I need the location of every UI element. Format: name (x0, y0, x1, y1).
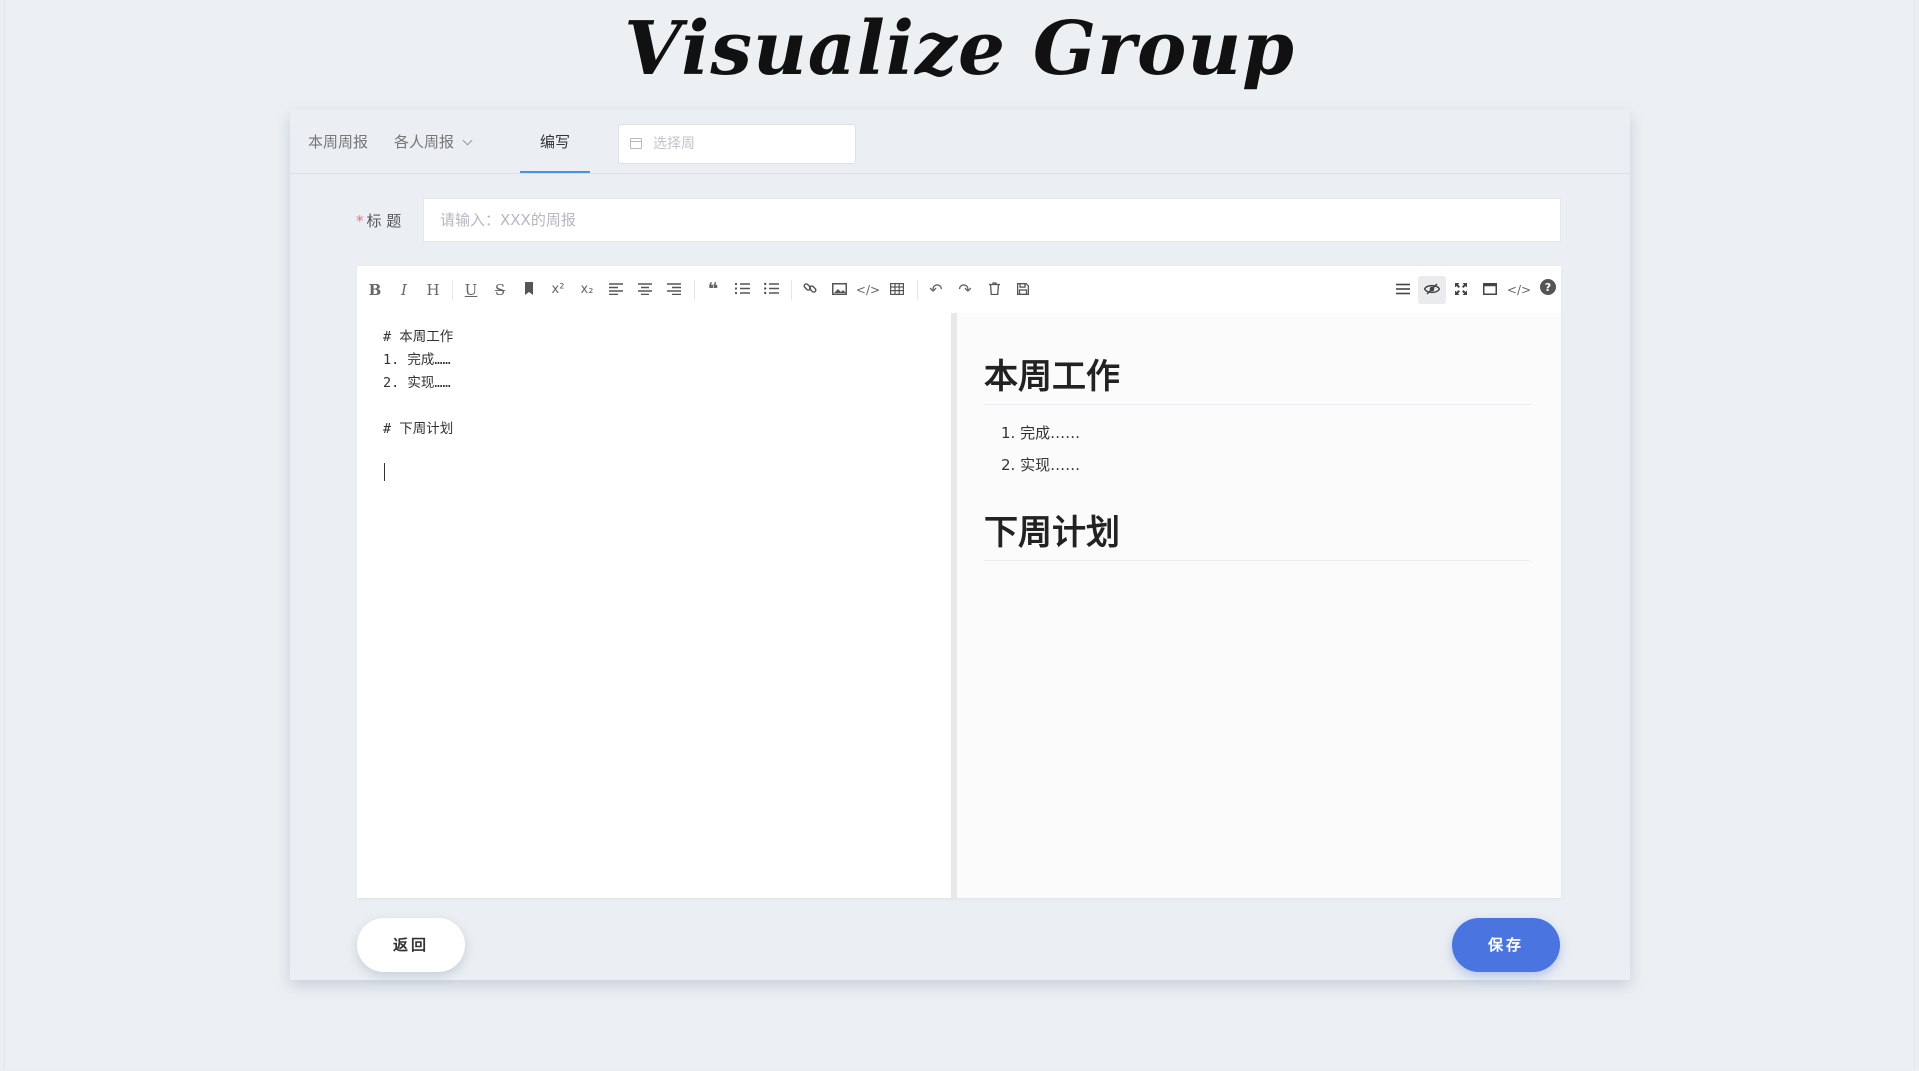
menu-icon[interactable] (1389, 276, 1417, 304)
chevron-down-icon (462, 135, 473, 146)
align-center-icon[interactable] (631, 276, 659, 304)
superscript-icon[interactable]: x² (544, 276, 572, 304)
bold-icon[interactable]: B (361, 276, 389, 304)
align-right-icon[interactable] (660, 276, 688, 304)
preview-list-item-text: 完成…… (1020, 424, 1081, 442)
preview-heading-this-week: 本周工作 (984, 349, 1530, 405)
source-line: 2. 实现…… (383, 375, 451, 391)
tab-personal-reports-label: 各人周报 (394, 133, 455, 151)
ordered-list-icon[interactable] (728, 276, 756, 304)
preview-list-item: 2. 实现…… (1001, 456, 1081, 474)
top-nav: 本周周报 各人周报 编写 选择周 (290, 110, 1630, 174)
week-picker[interactable]: 选择周 (618, 124, 856, 164)
weekly-report-card: 本周周报 各人周报 编写 选择周 * 标 题 请输入：XXX的周报 B I H U… (290, 110, 1630, 980)
preview-heading-next-week: 下周计划 (984, 505, 1530, 561)
preview-list-item: 1. 完成…… (1001, 424, 1081, 442)
subscript-icon[interactable]: x₂ (573, 276, 601, 304)
back-button[interactable]: 返回 (357, 918, 465, 972)
week-picker-placeholder: 选择周 (653, 136, 695, 152)
source-line: # 本周工作 (383, 329, 454, 345)
window-icon[interactable] (1476, 276, 1504, 304)
link-icon[interactable] (796, 276, 824, 304)
align-left-icon[interactable] (602, 276, 630, 304)
tab-this-week[interactable]: 本周周报 (308, 110, 368, 174)
trash-icon[interactable] (980, 276, 1008, 304)
source-line: 1. 完成…… (383, 352, 451, 368)
italic-icon[interactable]: I (390, 276, 418, 304)
bookmark-icon[interactable] (515, 276, 543, 304)
svg-text:?: ? (1545, 281, 1551, 294)
table-icon[interactable] (883, 276, 911, 304)
title-input-placeholder: 请输入：XXX的周报 (440, 211, 576, 229)
text-cursor (384, 463, 385, 481)
toolbar-separator (917, 280, 918, 300)
help-icon[interactable]: ? (1534, 276, 1562, 304)
image-icon[interactable] (825, 276, 853, 304)
title-label-text: 标 题 (366, 212, 402, 230)
title-label: * 标 题 (356, 210, 401, 231)
preview-list-item-text: 实现…… (1020, 456, 1081, 474)
tab-personal-reports[interactable]: 各人周报 (394, 110, 473, 174)
editor-toolbar: B I H U S x² x₂ ❝ </> ↶ ↷ </> ? (357, 266, 1561, 313)
header-icon[interactable]: H (419, 276, 447, 304)
tab-write[interactable]: 编写 (520, 110, 591, 173)
required-mark: * (356, 212, 364, 230)
markdown-preview-pane: 本周工作 1. 完成…… 2. 实现…… 下周计划 (957, 313, 1561, 898)
calendar-icon (630, 138, 642, 149)
save-button[interactable]: 保存 (1452, 918, 1560, 972)
fullscreen-icon[interactable] (1447, 276, 1475, 304)
html-code-icon[interactable]: </> (1505, 276, 1533, 304)
unordered-list-icon[interactable] (757, 276, 785, 304)
redo-icon[interactable]: ↷ (951, 276, 979, 304)
toolbar-separator (694, 280, 695, 300)
strikethrough-icon[interactable]: S (486, 276, 514, 304)
preview-icon[interactable] (1418, 276, 1446, 304)
undo-icon[interactable]: ↶ (922, 276, 950, 304)
quote-icon[interactable]: ❝ (699, 276, 727, 304)
markdown-editor: B I H U S x² x₂ ❝ </> ↶ ↷ </> ? # 本周工作 1… (357, 266, 1561, 898)
logo: Visualize Group (624, 6, 1295, 92)
toolbar-separator (791, 280, 792, 300)
save-icon[interactable] (1009, 276, 1037, 304)
code-icon[interactable]: </> (854, 276, 882, 304)
source-line: # 下周计划 (383, 421, 454, 437)
underline-icon[interactable]: U (457, 276, 485, 304)
title-input[interactable]: 请输入：XXX的周报 (423, 198, 1561, 242)
toolbar-separator (452, 280, 453, 300)
markdown-source-pane[interactable]: # 本周工作 1. 完成…… 2. 实现…… # 下周计划 (357, 313, 951, 898)
